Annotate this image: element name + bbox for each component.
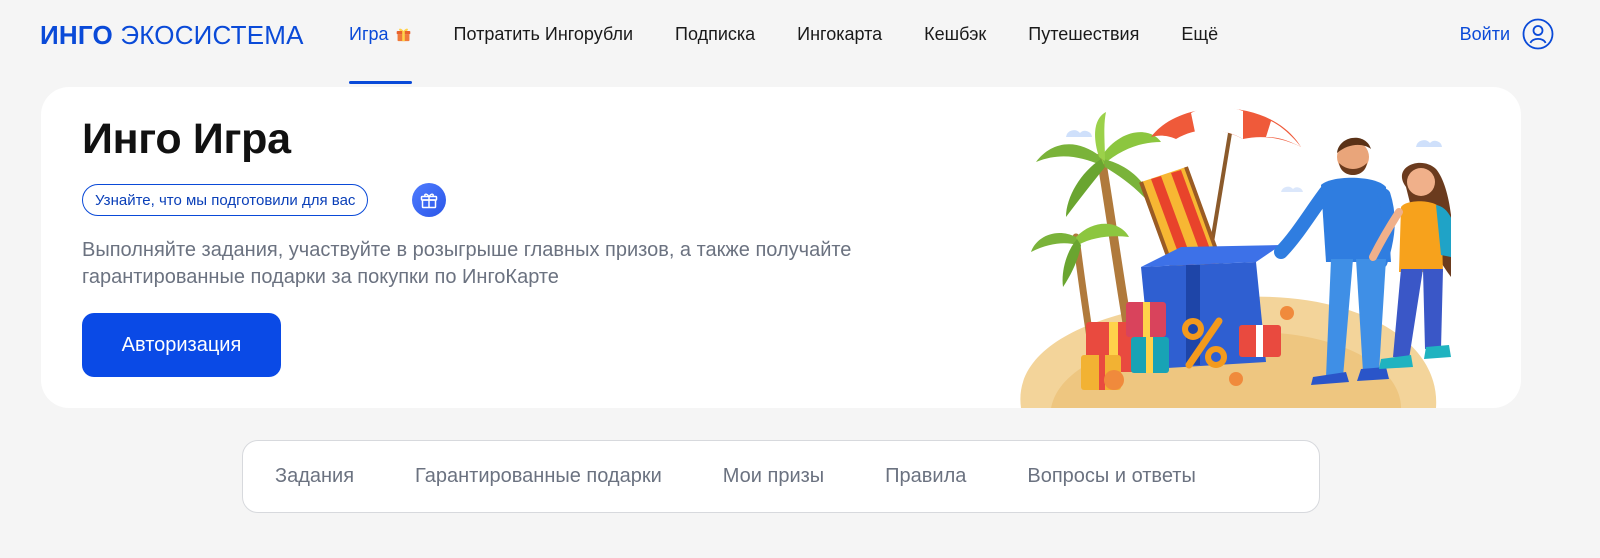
authorization-button[interactable]: Авторизация (82, 313, 281, 377)
logo-light: ЭКОСИСТЕМА (120, 20, 304, 50)
nav-item-spend-ingorubles[interactable]: Потратить Ингорубли (454, 0, 633, 84)
login-label: Войти (1459, 23, 1510, 44)
main-nav: Игра Потратить Ингорубли Подписка Ингока… (349, 0, 1260, 84)
logo[interactable]: ИНГО ЭКОСИСТЕМА (40, 20, 304, 51)
promo-pill[interactable]: Узнайте, что мы подготовили для вас (82, 184, 369, 216)
gift-icon (396, 28, 410, 42)
nav-item-travel[interactable]: Путешествия (1028, 0, 1139, 84)
logo-bold: ИНГО (40, 20, 113, 50)
nav-item-subscription[interactable]: Подписка (675, 0, 755, 84)
nav-item-game[interactable]: Игра (349, 0, 412, 84)
hero-card: Инго Игра Узнайте, что мы подготовили дл… (41, 87, 1521, 408)
gift-badge[interactable] (412, 183, 446, 217)
page-title: Инго Игра (82, 115, 291, 163)
nav-item-more[interactable]: Ещё (1181, 0, 1218, 84)
tab-rules[interactable]: Правила (885, 465, 966, 488)
login-button[interactable]: Войти (1460, 18, 1554, 50)
top-header: ИНГО ЭКОСИСТЕМА Игра Потратить Ингорубли… (0, 0, 1600, 84)
nav-item-ingocard[interactable]: Ингокарта (797, 0, 882, 84)
nav-item-label: Игра (349, 24, 389, 44)
tab-guaranteed-gifts[interactable]: Гарантированные подарки (415, 465, 662, 488)
user-icon (1522, 18, 1554, 50)
tab-tasks[interactable]: Задания (275, 465, 354, 488)
tab-my-prizes[interactable]: Мои призы (723, 465, 824, 488)
tab-faq[interactable]: Вопросы и ответы (1027, 465, 1195, 488)
hero-description: Выполняйте задания, участвуйте в розыгры… (82, 239, 852, 288)
beach-illustration (1020, 106, 1451, 408)
gift-icon (420, 193, 438, 209)
nav-item-cashback[interactable]: Кешбэк (924, 0, 986, 84)
section-tabs: Задания Гарантированные подарки Мои приз… (242, 440, 1320, 513)
